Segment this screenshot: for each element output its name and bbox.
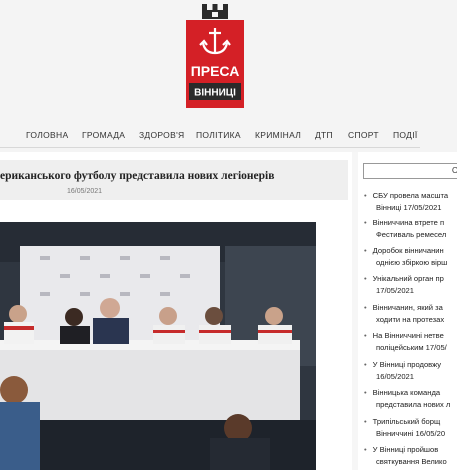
bullet-icon: • (364, 274, 367, 283)
news-link-cont[interactable]: Фестиваль ремесел (376, 229, 446, 241)
article-header: ериканського футболу представила нових л… (0, 160, 348, 200)
news-link-cont[interactable]: однією збіркою вірш (376, 257, 447, 269)
sidebar-box-label: О (452, 166, 457, 175)
bullet-icon: • (364, 218, 367, 227)
news-link-cont[interactable]: поліцейським 17/05/ (376, 342, 447, 354)
press-conference-photo (0, 222, 316, 470)
news-link[interactable]: • Трипільський борщ (364, 416, 440, 428)
news-link[interactable]: • У Вінниці пройшов (364, 444, 438, 456)
nav-item-politics[interactable]: ПОЛІТИКА (196, 130, 241, 140)
news-sidebar: О • СБУ провела масшта Вінниці 17/05/2021… (358, 152, 457, 470)
nav-item-health[interactable]: ЗДОРОВ'Я (139, 130, 184, 140)
news-link-cont[interactable]: Вінниці 17/05/2021 (376, 202, 442, 214)
bullet-icon: • (364, 388, 367, 397)
bullet-icon: • (364, 191, 367, 200)
nav-item-home[interactable]: ГОЛОВНА (26, 130, 68, 140)
news-link-cont[interactable]: святкування Велико (376, 456, 447, 468)
article-title[interactable]: ериканського футболу представила нових л… (0, 170, 274, 182)
news-link[interactable]: • Вінничанин, який за (364, 302, 443, 314)
news-link[interactable]: • СБУ провела масшта (364, 190, 448, 202)
news-link[interactable]: • Доробок вінничанин (364, 245, 444, 257)
news-link-cont[interactable]: 16/05/2021 (376, 371, 414, 383)
nav-item-events[interactable]: ПОДІЇ (393, 130, 418, 140)
logo-text-line2: ВІННИЦІ (194, 88, 236, 99)
news-link[interactable]: • Унікальний орган пр (364, 273, 444, 285)
nav-item-crime[interactable]: КРИМІНАЛ (255, 130, 301, 140)
news-link-cont[interactable]: ходити на протезах (376, 314, 444, 326)
nav-divider (0, 147, 420, 148)
logo-text-line1: ПРЕСА (191, 63, 240, 79)
bullet-icon: • (364, 246, 367, 255)
news-link-cont[interactable]: Вінниччині 16/05/20 (376, 428, 445, 440)
nav-item-sport[interactable]: СПОРТ (348, 130, 379, 140)
site-header: ПРЕСА ВІННИЦІ ГОЛОВНА ГРОМАДА ЗДОРОВ'Я П… (0, 0, 457, 152)
bullet-icon: • (364, 417, 367, 426)
news-link-cont[interactable]: 17/05/2021 (376, 285, 414, 297)
bullet-icon: • (364, 303, 367, 312)
nav-item-community[interactable]: ГРОМАДА (82, 130, 125, 140)
tower-top-icon (202, 4, 228, 19)
site-logo[interactable]: ПРЕСА ВІННИЦІ (186, 4, 244, 108)
bullet-icon: • (364, 360, 367, 369)
news-link[interactable]: • На Вінниччині нетве (364, 330, 444, 342)
news-link-cont[interactable]: представила нових л (376, 399, 450, 411)
bullet-icon: • (364, 331, 367, 340)
bullet-icon: • (364, 445, 367, 454)
news-link[interactable]: • У Вінниці продовжу (364, 359, 441, 371)
news-link[interactable]: • Вінниччина втрете п (364, 217, 444, 229)
sidebar-search-box[interactable]: О (363, 163, 457, 179)
nav-item-accidents[interactable]: ДТП (315, 130, 333, 140)
main-nav: ГОЛОВНА ГРОМАДА ЗДОРОВ'Я ПОЛІТИКА КРИМІН… (0, 130, 457, 146)
article-date: 16/05/2021 (67, 188, 103, 195)
news-link[interactable]: • Вінницька команда (364, 387, 440, 399)
